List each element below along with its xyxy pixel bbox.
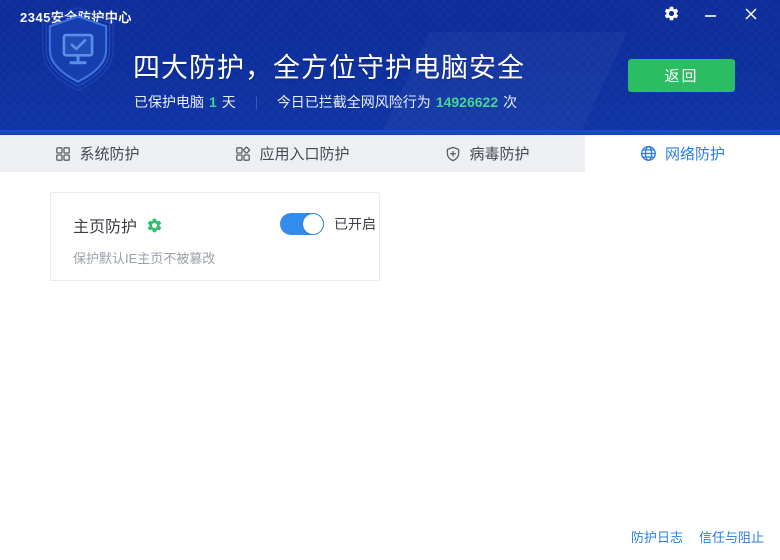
grid-icon	[55, 146, 71, 162]
minimize-icon	[705, 7, 717, 25]
protected-days-unit: 天	[222, 92, 236, 112]
header-title: 四大防护，全方位守护电脑安全	[133, 46, 525, 85]
toggle-knob	[303, 214, 323, 234]
protection-log-link[interactable]: 防护日志	[631, 527, 683, 546]
tabbar: 系统防护 应用入口防护 病毒防护 网络防护	[0, 135, 780, 172]
gear-icon	[663, 5, 680, 27]
shield-logo-icon	[34, 6, 122, 94]
homepage-protection-toggle[interactable]	[280, 213, 324, 235]
tab-label: 网络防护	[665, 143, 725, 164]
blocked-risks-label: 今日已拦截全网风险行为	[277, 92, 431, 112]
toggle-status-label: 已开启	[334, 214, 376, 234]
content-area: 主页防护 已开启 保护默认IE主页不被篡改 防护日志 信任与阻止	[0, 172, 780, 560]
tab-system-protection[interactable]: 系统防护	[0, 135, 195, 172]
card-settings-gear-icon[interactable]	[146, 217, 163, 234]
back-button[interactable]: 返回	[628, 59, 735, 92]
tab-label: 系统防护	[79, 143, 139, 164]
card-title: 主页防护	[73, 213, 137, 237]
protected-days-label: 已保护电脑	[134, 92, 204, 112]
app-window: 2345安全防护中心	[0, 0, 780, 560]
header-banner: 四大防护，全方位守护电脑安全 已保护电脑 1 天 ｜ 今日已拦截全网风险行为 1…	[0, 32, 780, 130]
tab-label: 应用入口防护	[259, 143, 349, 164]
close-button[interactable]	[734, 1, 768, 31]
blocked-risks-unit: 次	[503, 92, 517, 112]
grid-diamond-icon	[235, 146, 251, 162]
tab-network-protection[interactable]: 网络防护	[585, 135, 780, 172]
card-description: 保护默认IE主页不被篡改	[73, 248, 379, 267]
tab-app-entry-protection[interactable]: 应用入口防护	[195, 135, 390, 172]
settings-button[interactable]	[654, 1, 688, 31]
trust-and-block-link[interactable]: 信任与阻止	[699, 527, 764, 546]
close-icon	[745, 7, 757, 25]
protected-days-value: 1	[209, 94, 217, 110]
footer-links: 防护日志 信任与阻止	[631, 527, 764, 546]
minimize-button[interactable]	[694, 1, 728, 31]
window-controls	[654, 0, 768, 32]
globe-icon	[640, 145, 657, 162]
blocked-risks-value: 14926622	[436, 94, 498, 110]
header-stats: 已保护电脑 1 天 ｜ 今日已拦截全网风险行为 14926622 次	[134, 92, 517, 112]
tab-virus-protection[interactable]: 病毒防护	[390, 135, 585, 172]
stats-separator: ｜	[250, 93, 263, 112]
shield-plus-icon	[445, 146, 461, 162]
tab-label: 病毒防护	[469, 143, 529, 164]
homepage-protection-card: 主页防护 已开启 保护默认IE主页不被篡改	[50, 192, 380, 281]
